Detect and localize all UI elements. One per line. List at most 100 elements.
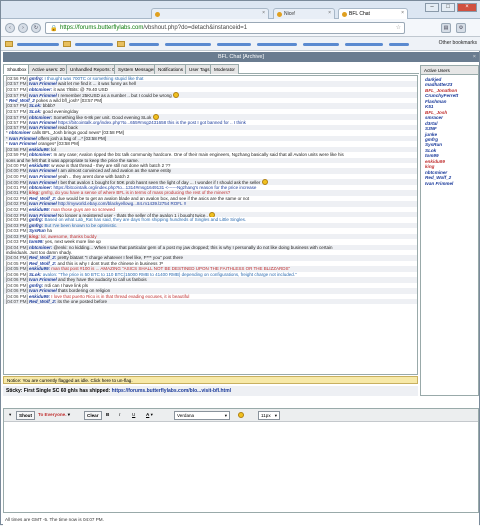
sticky-link[interactable]: https://forums.butterflylabs.com/blo...v… — [112, 388, 231, 394]
chevron-down-icon: ▾ — [224, 413, 227, 418]
message-user[interactable]: nbtcminer: — [29, 87, 52, 92]
bold-button[interactable]: B — [104, 411, 111, 420]
message-user[interactable]: gmfrg: — [29, 76, 43, 81]
message-user[interactable]: enkidu99: — [29, 207, 50, 212]
message-user[interactable]: Ivan Frimmel — [9, 136, 37, 141]
message-user[interactable]: Ivan Frimmel — [29, 174, 57, 179]
message-user[interactable]: enkidu99: — [29, 294, 50, 299]
message-user[interactable]: Ivan Frimmel — [29, 168, 57, 173]
emoticon-icon[interactable] — [236, 411, 246, 420]
message-user[interactable]: gmfrg: — [29, 217, 43, 222]
message-user[interactable]: Ivan Frimmel — [29, 277, 57, 282]
underline-button[interactable]: U — [130, 411, 137, 420]
forward-icon[interactable]: › — [18, 23, 28, 33]
tab-notifications[interactable]: Notifications — [154, 64, 188, 74]
message-user[interactable]: enkidu99: — [29, 266, 50, 271]
bookmark-item[interactable] — [75, 43, 113, 46]
message-user[interactable]: Red_Wolf_2: — [29, 255, 56, 260]
clear-button[interactable]: Clear — [84, 411, 102, 420]
archive-link[interactable]: [Archive] — [243, 54, 264, 60]
tab-system-messages[interactable]: System Messages — [114, 64, 160, 74]
message-user[interactable]: enkidu99: — [29, 147, 50, 152]
message-user[interactable]: Ivan Frimmel — [9, 141, 37, 146]
message-text: and they have the audacity to call us fa… — [56, 277, 147, 283]
message-user[interactable]: Ivan Frimmel — [29, 81, 57, 86]
bookmark-item[interactable] — [217, 43, 251, 46]
close-icon[interactable]: × — [401, 10, 404, 16]
reload-icon[interactable]: ↻ — [31, 23, 41, 33]
bookmark-item[interactable] — [389, 43, 409, 46]
active-user[interactable]: Ivan Frimmel — [425, 181, 474, 186]
window-close-button[interactable]: × — [457, 3, 477, 12]
browser-tab-active[interactable]: BFL Chat × — [338, 8, 408, 19]
maximize-button[interactable]: □ — [441, 3, 455, 12]
bookmark-item[interactable] — [345, 43, 383, 46]
bookmark-item[interactable] — [129, 43, 159, 46]
message-user[interactable]: SysRun — [29, 228, 46, 233]
message-user[interactable]: SLok: — [29, 109, 42, 114]
shout-button[interactable]: Shout — [16, 411, 36, 420]
message-user[interactable]: Red_Wolf_2 — [9, 98, 35, 103]
message-time: [03:58 PM] — [6, 146, 28, 152]
tab-moderator[interactable]: Moderator — [210, 64, 239, 74]
minimize-button[interactable]: – — [425, 3, 439, 12]
message-input[interactable] — [4, 423, 478, 512]
size-select[interactable]: 11px ▾ — [258, 411, 280, 420]
bookmark-item[interactable] — [257, 43, 297, 46]
close-icon[interactable]: × — [328, 10, 331, 16]
page-icon[interactable]: ▤ — [441, 23, 451, 33]
bookmark-item[interactable] — [17, 43, 59, 46]
message-user[interactable]: nbtcminer: — [29, 152, 52, 157]
close-icon[interactable]: × — [262, 10, 265, 16]
message-user[interactable]: gmfrg: — [29, 223, 43, 228]
favicon-icon — [277, 12, 282, 17]
folder-icon[interactable] — [63, 41, 71, 47]
star-icon[interactable]: ☆ — [396, 24, 401, 31]
message-user[interactable]: nbtcminer: — [29, 245, 52, 250]
message-user[interactable]: nbtcminer — [9, 130, 31, 135]
message-user[interactable]: Red_Wolf_2: — [29, 299, 56, 304]
color-icon[interactable]: A ▾ — [144, 411, 155, 420]
message-user[interactable]: gmfrg: — [29, 283, 43, 288]
folder-icon[interactable] — [117, 41, 125, 47]
font-select[interactable]: Verdana ▾ — [174, 411, 230, 420]
tab-unhandled-reports[interactable]: Unhandled Reports: 0 — [66, 64, 119, 74]
message-time: [04:04 PM] — [6, 255, 28, 261]
bookmark-item[interactable] — [165, 43, 211, 46]
bookmark-item[interactable] — [303, 43, 339, 46]
close-icon[interactable]: × — [473, 52, 476, 62]
message-user[interactable]: enkidu99: — [29, 163, 50, 168]
tab-active-users[interactable]: Active users: 20 — [28, 64, 69, 74]
italic-button[interactable]: I — [117, 411, 122, 420]
chevron-down-icon[interactable]: ▾ — [7, 411, 13, 420]
message-time: [04:00 PM] — [6, 173, 28, 179]
message-user[interactable]: Ivan Frimmel — [29, 120, 57, 125]
message-user[interactable]: Red_Wolf_2: — [29, 261, 56, 266]
message-user[interactable]: SLok: — [29, 103, 42, 108]
idle-notice[interactable]: Notice: You are currently flagged as idl… — [3, 376, 418, 384]
message-user[interactable]: nbtcminer: — [29, 185, 52, 190]
chevron-down-icon[interactable]: ▾ — [68, 412, 70, 417]
message-user[interactable]: SLok: — [29, 272, 42, 277]
message-text: But I've been known to be optimistic. — [43, 222, 118, 228]
message-user[interactable]: Ivan Frimmel — [29, 125, 57, 130]
message-user[interactable]: king: — [29, 190, 40, 195]
message-user[interactable]: Ivan Frimmel — [29, 288, 57, 293]
message-user[interactable]: Red_Wolf_2: — [29, 196, 56, 201]
browser-tab[interactable]: Nice! × — [273, 8, 335, 19]
message-text: individuals. Just too damn shady. — [6, 250, 72, 255]
message-text: avalon: "The price is 50 BTC to 110 BTC(… — [41, 271, 297, 277]
back-icon[interactable]: ‹ — [5, 23, 15, 33]
message-time: [04:03 PM] — [6, 217, 28, 223]
compose-area: ▾ Shout To Everyone. ▾ Clear B I U A ▾ V… — [3, 408, 479, 513]
url-input[interactable]: 🔒 https://forums.butterflylabs.com/vbshou… — [45, 22, 405, 34]
message-user[interactable]: king: — [29, 234, 40, 239]
message-time: [04:06 PM] — [6, 293, 28, 299]
message-user[interactable]: tom99: — [29, 239, 44, 244]
other-bookmarks[interactable]: Other bookmarks — [439, 40, 477, 46]
browser-tab[interactable]: × — [151, 8, 269, 19]
folder-icon[interactable] — [5, 41, 13, 47]
message-user[interactable]: Ivan Frimmel — [29, 201, 57, 206]
wrench-icon[interactable]: ⚙ — [456, 23, 466, 33]
tab-shoutbox[interactable]: Shoutbox — [3, 64, 31, 74]
